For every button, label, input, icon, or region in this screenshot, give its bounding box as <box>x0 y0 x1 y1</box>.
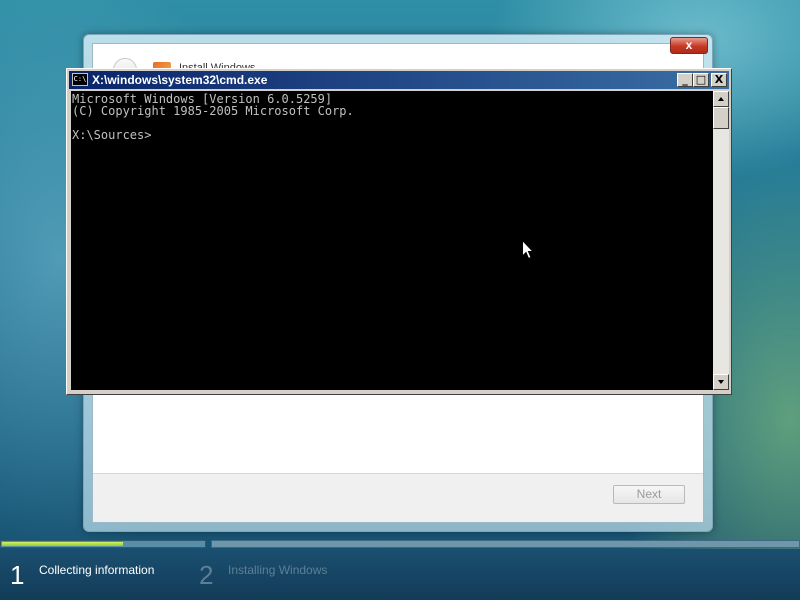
cmd-titlebar[interactable]: C:\ X:\windows\system32\cmd.exe _ □ X <box>69 71 729 89</box>
scroll-up-button[interactable] <box>713 91 729 107</box>
step-label-collecting-information: Collecting information <box>39 563 155 577</box>
cmd-window-title: X:\windows\system32\cmd.exe <box>92 73 268 87</box>
setup-close-button[interactable]: x <box>670 37 708 54</box>
setup-footer: Next <box>93 473 703 522</box>
progress-fill <box>2 542 123 546</box>
progress-bar-current-step <box>0 540 206 548</box>
vertical-scrollbar[interactable] <box>713 91 729 390</box>
console-prompt[interactable]: X:\Sources> <box>71 129 354 141</box>
console-output[interactable]: Microsoft Windows [Version 6.0.5259] (C)… <box>71 91 713 390</box>
console-line: (C) Copyright 1985-2005 Microsoft Corp. <box>72 104 354 118</box>
scroll-down-button[interactable] <box>713 374 729 390</box>
cmd-icon[interactable]: C:\ <box>72 73 88 86</box>
scroll-thumb[interactable] <box>713 107 729 129</box>
maximize-button[interactable]: □ <box>693 73 709 87</box>
cmd-close-button[interactable]: X <box>711 73 727 87</box>
arrow-down-icon <box>718 380 724 384</box>
progress-bar-next-step <box>211 540 800 548</box>
step-number: 1 <box>10 560 25 590</box>
mouse-pointer-icon <box>522 240 534 260</box>
step-number: 2 <box>199 560 214 590</box>
arrow-up-icon <box>718 97 724 101</box>
cmd-window[interactable]: C:\ X:\windows\system32\cmd.exe _ □ X Mi… <box>66 68 732 395</box>
next-button[interactable]: Next <box>613 485 685 504</box>
minimize-button[interactable]: _ <box>677 73 693 87</box>
step-label-installing-windows: Installing Windows <box>228 563 328 577</box>
